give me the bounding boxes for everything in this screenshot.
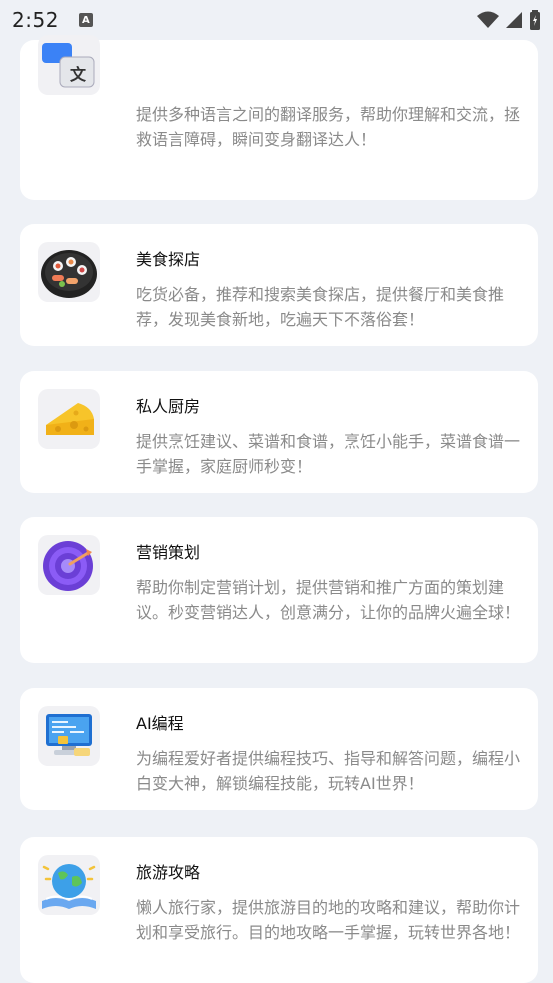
- scene-desc: 吃货必备，推荐和搜索美食探店，提供餐厅和美食推荐，发现美食新地，吃遍天下不落俗套…: [136, 285, 505, 329]
- scene-title: 私人厨房: [136, 397, 201, 416]
- status-icons: [477, 10, 541, 30]
- scene-desc: 懒人旅行家，提供旅游目的地的攻略和建议，帮助你计划和享受旅行。目的地攻略一手掌握…: [136, 898, 521, 942]
- scene-title: 旅游攻略: [136, 863, 201, 882]
- scene-desc: 提供多种语言之间的翻译服务，帮助你理解和交流，拯救语言障碍，瞬间变身翻译达人！: [136, 105, 521, 149]
- scene-title: 营销策划: [136, 543, 201, 562]
- scene-title: AI编程: [136, 714, 184, 733]
- status-time: 2:52: [12, 8, 59, 32]
- wifi-icon: [477, 11, 499, 28]
- scene-card-marketing[interactable]: 营销策划 帮助你制定营销计划，提供营销和推广方面的策划建议。秒变营销达人，创意满…: [20, 517, 538, 663]
- scene-thumbnail: [38, 389, 100, 449]
- scene-thumbnail: [38, 855, 100, 915]
- scene-desc: 提供烹饪建议、菜谱和食谱，烹饪小能手，菜谱食谱一手掌握，家庭厨师秒变！: [136, 432, 521, 476]
- signal-icon: [506, 12, 522, 28]
- scene-card-kitchen[interactable]: 私人厨房 提供烹饪建议、菜谱和食谱，烹饪小能手，菜谱食谱一手掌握，家庭厨师秒变！: [20, 371, 538, 493]
- notification-a-icon: A: [78, 13, 93, 27]
- scene-thumbnail: [38, 535, 100, 595]
- scene-thumbnail: [38, 242, 100, 302]
- cheese-icon: [46, 403, 94, 435]
- globe-book-icon: [42, 864, 96, 909]
- scene-card-travel[interactable]: 旅游攻略 懒人旅行家，提供旅游目的地的攻略和建议，帮助你计划和享受旅行。目的地攻…: [20, 837, 538, 983]
- scene-thumbnail: 文: [38, 35, 100, 95]
- computer-code-icon: [46, 714, 92, 756]
- translate-glyph: 文: [70, 65, 87, 84]
- scene-card-coding[interactable]: AI编程 为编程爱好者提供编程技巧、指导和解答问题，编程小白变大神，解锁编程技能…: [20, 688, 538, 810]
- translate-icon: [42, 43, 95, 88]
- scene-card-translate[interactable]: 文 提供多种语言之间的翻译服务，帮助你理解和交流，拯救语言障碍，瞬间变身翻译达人…: [20, 35, 538, 200]
- scene-card-food[interactable]: 美食探店 吃货必备，推荐和搜索美食探店，提供餐厅和美食推荐，发现美食新地，吃遍天…: [20, 224, 538, 346]
- target-icon: [43, 541, 93, 591]
- status-bar: 2:52 A: [0, 0, 553, 40]
- scene-desc: 为编程爱好者提供编程技巧、指导和解答问题，编程小白变大神，解锁编程技能，玩转AI…: [136, 749, 521, 793]
- scene-thumbnail: [38, 706, 100, 766]
- scene-desc: 帮助你制定营销计划，提供营销和推广方面的策划建议。秒变营销达人，创意满分，让你的…: [136, 578, 521, 622]
- sushi-plate-icon: [41, 250, 97, 298]
- scene-title: 美食探店: [136, 250, 201, 269]
- battery-icon: [530, 10, 540, 30]
